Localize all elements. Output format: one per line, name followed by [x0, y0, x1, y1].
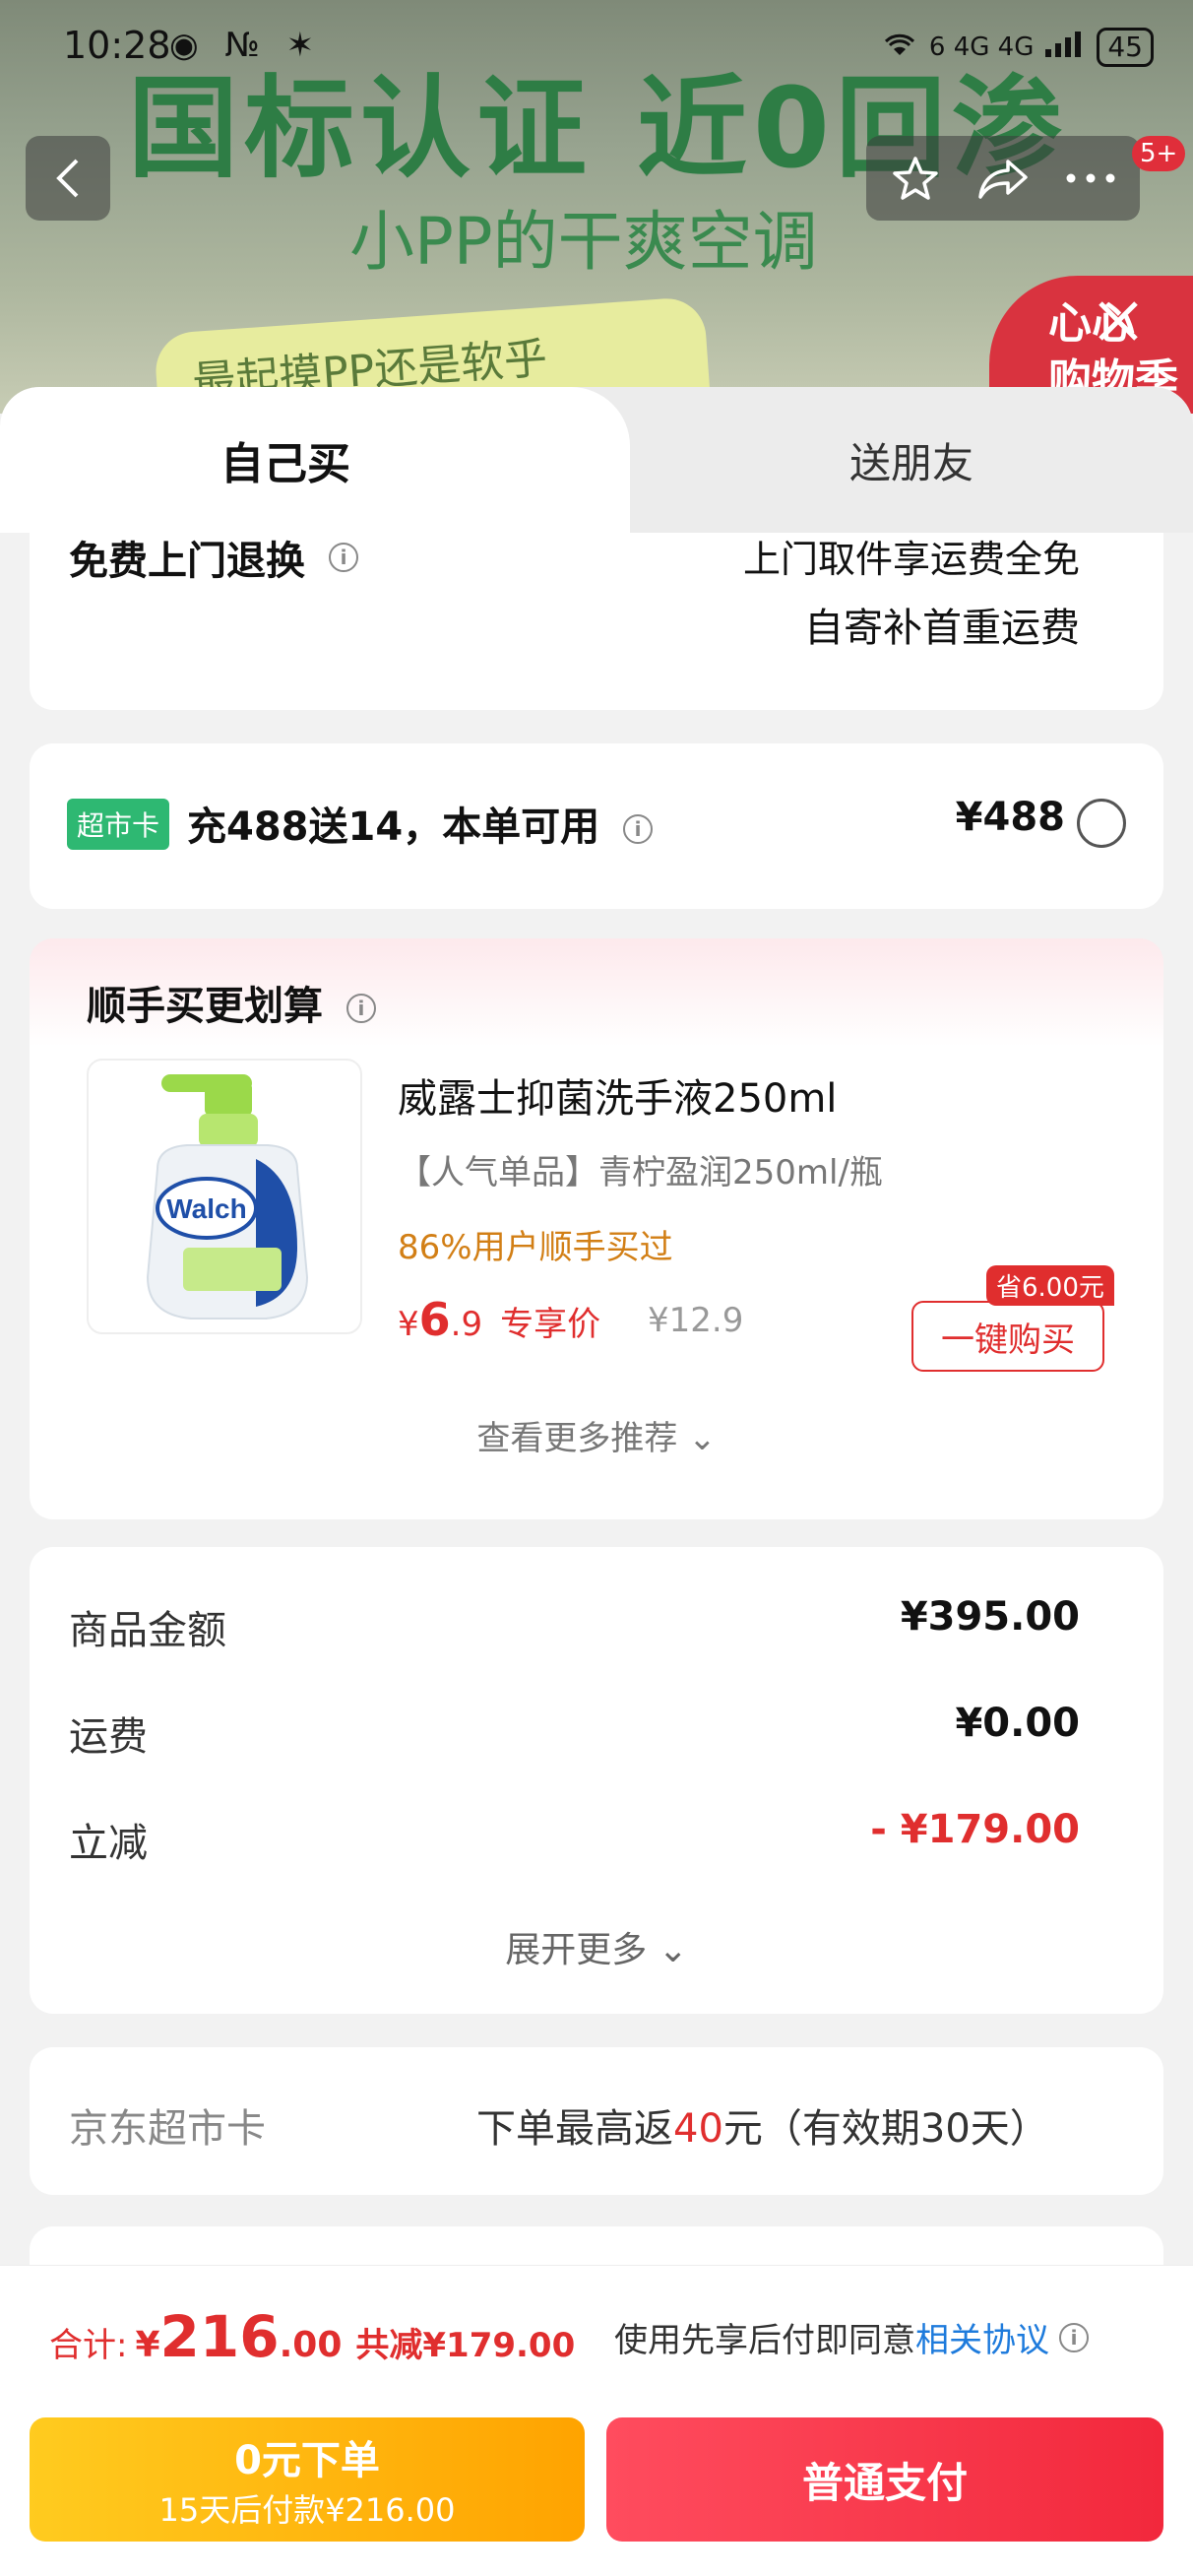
supermarket-card-price: ¥488: [955, 795, 1065, 840]
return-service-line-2: 自寄补首重运费: [804, 606, 1080, 651]
tab-send-friend[interactable]: 送朋友: [630, 387, 1193, 533]
battery-icon: 45: [1097, 28, 1154, 67]
product-name[interactable]: 威露士抑菌洗手液250ml: [398, 1066, 837, 1124]
total-currency: ¥: [135, 2325, 160, 2365]
product-image[interactable]: Walch: [87, 1059, 362, 1334]
status-time: 10:28: [63, 24, 171, 67]
tab-buy-self[interactable]: 自己买: [0, 387, 630, 533]
status-right-group: 6 4G 4G 45: [880, 28, 1154, 67]
share-button[interactable]: [964, 139, 1042, 218]
return-service-label-group: 免费上门退换 i: [69, 529, 358, 586]
goods-amount-value: ¥395.00: [900, 1594, 1080, 1640]
more-dots-icon: [1066, 173, 1115, 183]
price-decimal: .9: [450, 1305, 483, 1344]
pay-later-subtitle: 15天后付款¥216.00: [158, 2491, 456, 2529]
back-button[interactable]: [26, 136, 110, 221]
supermarket-card-text-group: 充488送14，本单可用 i: [187, 795, 654, 852]
wifi-icon: [880, 30, 919, 66]
recommend-card: 顺手买更划算 i Walch 威露士抑菌洗手液250ml 【人气单品】青柠盈润2…: [30, 938, 1163, 1519]
total-integer: 216: [159, 2303, 280, 2370]
save-badge: 省6.00元: [986, 1265, 1114, 1306]
more-button[interactable]: [1051, 139, 1130, 218]
supermarket-card-text: 充488送14，本单可用: [187, 805, 600, 850]
expand-more-link[interactable]: 展开更多 ⌄: [30, 1921, 1163, 1972]
jd-card-label: 京东超市卡: [69, 2106, 266, 2152]
purchase-tabs: 送朋友 自己买: [0, 387, 1193, 533]
total-reduction: 共减¥179.00: [355, 2326, 576, 2365]
signal-label: 6 4G 4G: [928, 32, 1035, 62]
share-icon: [978, 160, 1028, 199]
info-icon[interactable]: i: [1059, 2322, 1089, 2352]
agreement-notice: 使用先享后付即同意 相关协议 i: [614, 2313, 1089, 2361]
total-amount: 合计: ¥ 216 .00 共减¥179.00: [49, 2303, 575, 2370]
agreement-prefix: 使用先享后付即同意: [614, 2321, 915, 2360]
chevron-left-icon: [56, 159, 79, 198]
shipping-value: ¥0.00: [955, 1701, 1080, 1746]
jd-card-text-prefix: 下单最高返: [476, 2106, 673, 2152]
total-decimal: .00: [279, 2325, 343, 2365]
discount-value: - ¥179.00: [870, 1807, 1080, 1852]
one-click-buy-button[interactable]: 一键购买: [911, 1301, 1104, 1372]
price-integer: 6: [418, 1293, 451, 1346]
discount-label: 立减: [69, 1821, 148, 1866]
normal-pay-button[interactable]: 普通支付: [606, 2417, 1163, 2542]
return-service-card: 免费上门退换 i 上门取件享运费全免 自寄补首重运费: [30, 533, 1163, 710]
bottle-brand-text: Walch: [166, 1193, 246, 1224]
jd-card-text: 下单最高返40元（有效期30天）: [476, 2096, 1049, 2154]
status-notification-icons: ◉ № ✶: [169, 26, 323, 65]
recommend-title-group: 顺手买更划算 i: [87, 974, 376, 1031]
pay-later-button[interactable]: 0元下单 15天后付款¥216.00: [30, 2417, 585, 2542]
jd-card-amount: 40: [673, 2106, 723, 2152]
product-spec: 【人气单品】青柠盈润250ml/瓶: [398, 1153, 883, 1192]
signal-icon: [1043, 30, 1087, 66]
star-icon: [893, 157, 939, 200]
return-service-line-1: 上门取件享运费全免: [742, 538, 1080, 581]
goods-amount-label: 商品金额: [69, 1608, 226, 1653]
jd-card-text-suffix: 元（有效期30天）: [722, 2106, 1049, 2152]
total-label: 合计:: [49, 2326, 128, 2365]
favorite-button[interactable]: [876, 139, 955, 218]
close-sheet-button[interactable]: [1089, 291, 1148, 351]
return-service-label: 免费上门退换: [69, 539, 305, 584]
pay-later-title: 0元下单: [234, 2438, 380, 2483]
supermarket-card-tag: 超市卡: [67, 799, 170, 850]
info-icon[interactable]: i: [345, 994, 376, 1023]
original-price: ¥12.9: [648, 1301, 744, 1340]
jd-supermarket-card-row[interactable]: 京东超市卡 下单最高返40元（有效期30天）: [30, 2047, 1163, 2195]
banner-subheadline: 小PP的干爽空调: [349, 204, 818, 280]
amount-summary-card: 商品金额 ¥395.00 运费 ¥0.00 立减 - ¥179.00 展开更多 …: [30, 1547, 1163, 2014]
info-icon[interactable]: i: [329, 543, 358, 572]
shipping-label: 运费: [69, 1714, 148, 1760]
product-price: ¥ 6 .9 专享价: [398, 1293, 600, 1346]
supermarket-card-radio[interactable]: [1077, 799, 1126, 848]
more-recommend-link[interactable]: 查看更多推荐 ⌄: [30, 1411, 1163, 1459]
agreement-link[interactable]: 相关协议: [915, 2313, 1049, 2361]
supermarket-card-offer[interactable]: 超市卡 充488送14，本单可用 i ¥488: [30, 743, 1163, 909]
notification-badge: 5+: [1132, 136, 1186, 171]
info-icon[interactable]: i: [623, 814, 654, 844]
price-currency: ¥: [398, 1305, 419, 1344]
close-icon: [1099, 301, 1138, 341]
checkout-sheet: 送朋友 自己买 免费上门退换 i 上门取件享运费全免 自寄补首重运费 超市卡 充…: [0, 387, 1193, 2576]
product-social-proof: 86%用户顺手买过: [398, 1228, 673, 1267]
hand-soap-bottle-image: Walch: [146, 1074, 309, 1320]
price-tag: 专享价: [500, 1305, 601, 1344]
checkout-bottom-bar: 合计: ¥ 216 .00 共减¥179.00 使用先享后付即同意 相关协议 i…: [0, 2265, 1193, 2576]
recommend-title: 顺手买更划算: [87, 984, 323, 1029]
nav-action-group: [866, 136, 1140, 221]
